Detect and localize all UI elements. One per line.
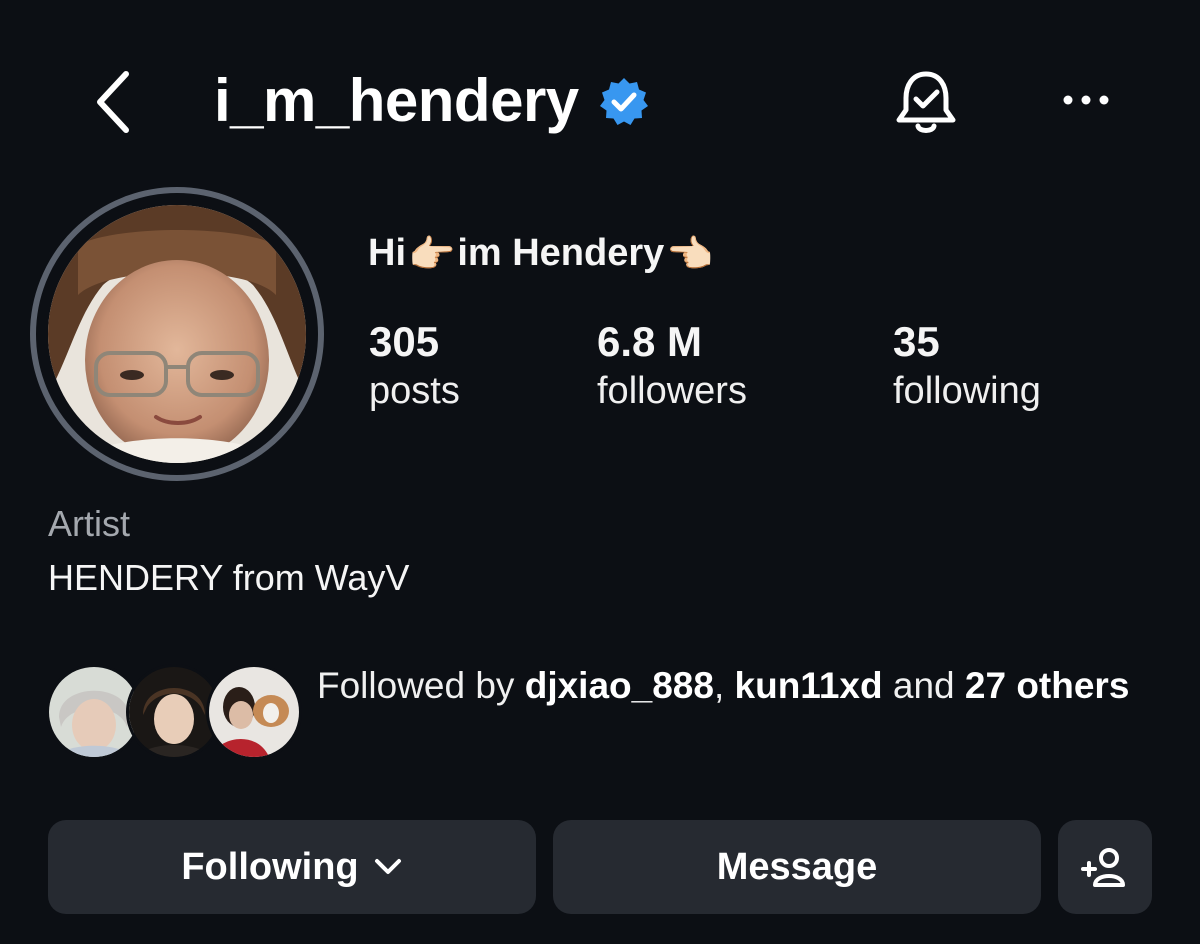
profile-avatar[interactable] <box>30 187 324 481</box>
more-horizontal-icon <box>1063 95 1109 105</box>
following-button[interactable]: Following <box>48 820 536 914</box>
chevron-left-icon <box>97 71 129 133</box>
mutual-user-2: kun11xd <box>734 665 883 706</box>
pointing-right-emoji: 👉🏻 <box>408 233 456 276</box>
profile-bio: HENDERY from WayV <box>48 557 410 598</box>
followers-label: followers <box>597 370 747 412</box>
display-name-text: im Hendery <box>457 232 665 274</box>
others-label: others <box>1016 665 1130 706</box>
bell-check-icon <box>896 71 956 133</box>
message-button-label: Message <box>716 845 878 888</box>
chevron-down-icon <box>374 859 401 874</box>
display-name-prefix: Hi <box>368 232 406 274</box>
posts-count: 305 <box>369 318 440 365</box>
following-label: following <box>893 370 1041 412</box>
following-button-label: Following <box>181 845 359 888</box>
back-button[interactable] <box>86 62 146 142</box>
followed-by-text[interactable]: Followed by djxiao_888, kun11xd and 27 o… <box>317 660 1157 712</box>
profile-category: Artist <box>48 503 131 544</box>
followed-by-prefix: Followed by <box>317 665 515 706</box>
posts-label: posts <box>369 370 460 412</box>
profile-display-name: Hi👉🏻im Hendery👈🏻 <box>368 230 716 278</box>
add-user-icon <box>1081 848 1125 887</box>
more-options-button[interactable] <box>1056 78 1116 122</box>
suggested-users-button[interactable] <box>1058 820 1152 914</box>
stat-following[interactable]: 35 following <box>893 318 1041 416</box>
message-button[interactable]: Message <box>553 820 1041 914</box>
pointing-left-emoji: 👈🏻 <box>666 233 714 276</box>
following-count: 35 <box>893 318 940 365</box>
mutual-avatar <box>206 664 302 760</box>
others-count: 27 <box>964 665 1007 706</box>
stat-posts[interactable]: 305 posts <box>369 318 460 416</box>
profile-header: i_m_hendery <box>0 0 1200 200</box>
avatar-image <box>48 205 306 463</box>
mutual-user-1: djxiao_888 <box>524 665 714 706</box>
notifications-button[interactable] <box>890 66 962 138</box>
followed-by-conjunction: and <box>892 665 955 706</box>
followers-count: 6.8 M <box>597 318 703 365</box>
profile-username: i_m_hendery <box>214 67 579 134</box>
verified-badge-icon <box>600 78 648 125</box>
stat-followers[interactable]: 6.8 M followers <box>597 318 747 416</box>
followed-by-separator: , <box>713 665 725 706</box>
mutual-followers-avatars[interactable] <box>46 664 302 760</box>
